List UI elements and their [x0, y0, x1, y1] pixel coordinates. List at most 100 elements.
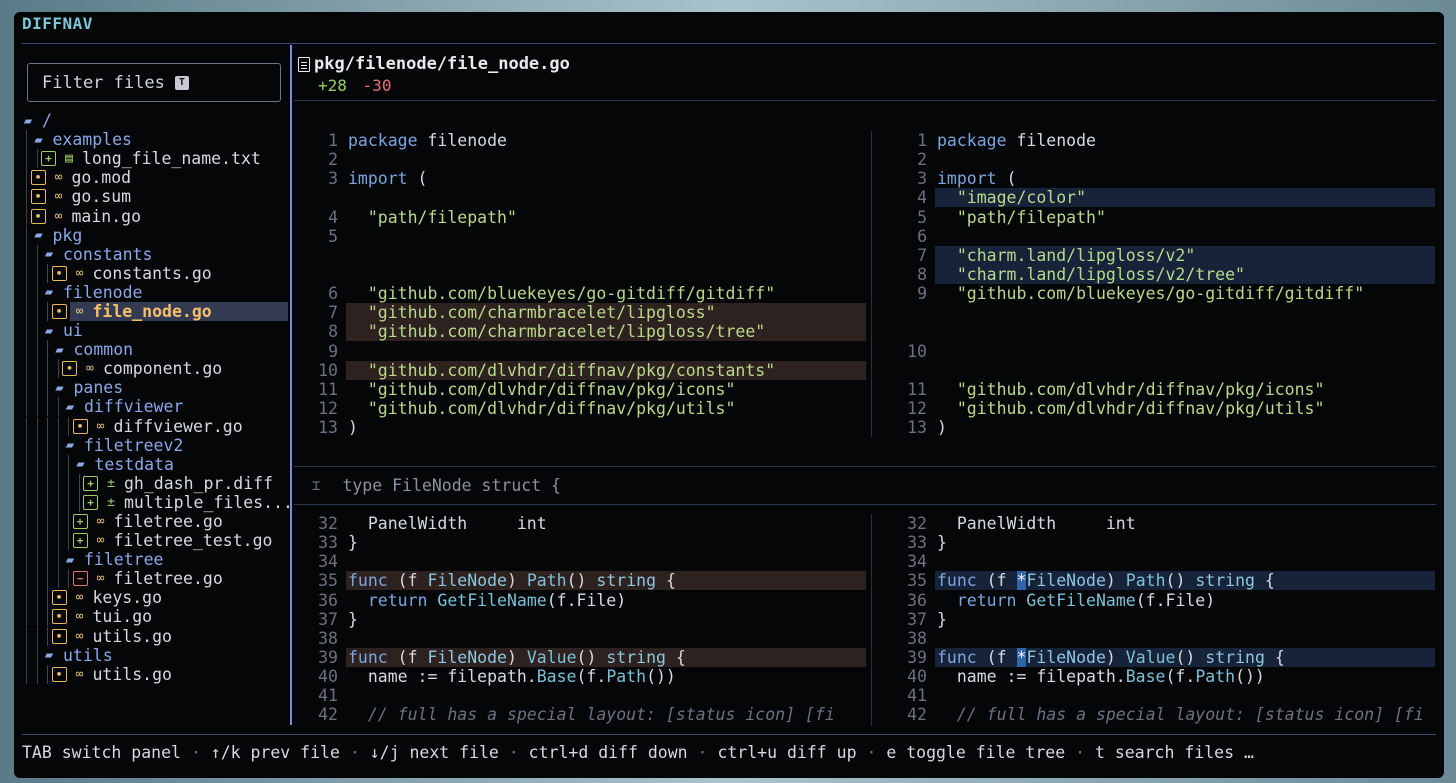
go-file-icon: ∞	[75, 265, 84, 281]
tree-file[interactable]: + ± gh_dash_pr.diff	[20, 473, 288, 493]
tree-file[interactable]: + ▤ long_file_name.txt	[20, 149, 288, 168]
code-text: "path/filepath"	[346, 208, 866, 227]
code-token: filenode	[1006, 131, 1096, 150]
tree-indent-guide	[26, 225, 27, 245]
added-code: "charm.land/lipgloss/v2/tree"	[935, 264, 1435, 284]
code-text: import (	[346, 169, 866, 188]
tree-dir[interactable]: ▰ pkg	[20, 225, 288, 245]
code-text: package filenode	[935, 131, 1435, 150]
tree-file[interactable]: + ∞ filetree_test.go	[20, 531, 288, 550]
hunk-header-text: type FileNode struct {	[342, 476, 561, 495]
tree-file-name: filetree.go	[113, 569, 223, 589]
folder-open-icon: ▰	[65, 398, 75, 415]
tree-file[interactable]: • ∞ diffviewer.go	[20, 416, 288, 436]
folder-open-icon: ▰	[76, 456, 85, 473]
tree-file[interactable]: • ∞ main.go	[20, 206, 288, 226]
hint-separator: ·	[339, 743, 370, 762]
tree-indent-guide	[47, 435, 48, 455]
code-token: "path/filepath"	[348, 207, 517, 227]
tree-file[interactable]: • ∞ keys.go	[20, 588, 288, 607]
line-number: 8	[917, 264, 927, 284]
code-token: (f	[387, 647, 428, 667]
tree-indent-guide	[36, 664, 38, 684]
tree-indent-guide	[36, 263, 38, 283]
tree-file-name: long_file_name.txt	[82, 149, 261, 169]
tree-dir[interactable]: ▰ utils	[20, 645, 288, 665]
line-number: 36	[907, 590, 927, 610]
code-token: (f	[976, 571, 1017, 591]
code-token: "github.com/charmbracelet/lipgloss"	[348, 303, 716, 323]
code-line: 42 // full has a special layout: [status…	[298, 705, 866, 724]
code-line: 3 import (	[887, 169, 1435, 188]
tree-file[interactable]: − ∞ filetree.go	[20, 569, 288, 588]
tree-file-name: utils.go	[92, 664, 172, 684]
code-text: }	[935, 533, 1435, 552]
diff-pane-old-hunk1[interactable]: 1 package filenode 2 3 import (4 "path/filep…	[298, 131, 866, 441]
tree-indent-guide	[26, 206, 27, 226]
tree-dir[interactable]: ▰ /	[20, 111, 288, 130]
tree-dir[interactable]: ▰ panes	[20, 378, 288, 397]
tree-file[interactable]: • ∞ go.mod	[20, 168, 288, 187]
line-number: 37	[318, 609, 338, 629]
modified-status-icon: •	[51, 666, 67, 682]
code-token: {	[665, 647, 686, 667]
tree-dir[interactable]: ▰ constants	[20, 244, 288, 264]
code-line: 2	[298, 150, 866, 169]
tree-file[interactable]: • ∞ tui.go	[20, 607, 288, 626]
pane-divider	[871, 514, 872, 726]
code-line: 33}	[887, 533, 1435, 552]
line-number: 34	[907, 552, 927, 572]
code-token: {	[1264, 647, 1285, 667]
tree-file[interactable]: • ∞ constants.go	[20, 263, 288, 283]
tree-dir[interactable]: ▰ filetreev2	[20, 435, 288, 455]
code-token: name := filepath.	[348, 667, 537, 687]
code-text: // full has a special layout: [status ic…	[935, 705, 1435, 724]
header-rule	[294, 100, 1436, 101]
tree-file[interactable]: • ∞ file_node.go	[20, 301, 288, 322]
code-text: "github.com/bluekeyes/go-gitdiff/gitdiff…	[346, 284, 866, 303]
tree-indent-guide	[68, 531, 69, 551]
tree-file[interactable]: + ∞ filetree.go	[20, 511, 288, 531]
code-token: func	[937, 571, 977, 591]
tree-indent-guide	[36, 607, 38, 627]
code-text: return GetFileName(f.File)	[935, 591, 1435, 610]
folder-open-icon: ▰	[44, 647, 54, 664]
code-token: Base	[536, 667, 577, 687]
code-text: }	[935, 610, 1435, 629]
code-line: 6	[887, 227, 1435, 246]
tree-dir[interactable]: ▰ testdata	[20, 454, 288, 474]
tree-indent-guide	[57, 454, 59, 474]
tree-file[interactable]: • ∞ utils.go	[20, 664, 288, 684]
tree-dir[interactable]: ▰ diffviewer	[20, 397, 288, 416]
tree-indent-guide	[26, 416, 27, 436]
tree-file[interactable]: • ∞ utils.go	[20, 626, 288, 646]
tree-dir[interactable]: ▰ common	[20, 340, 288, 359]
tree-indent-guide	[26, 359, 27, 379]
code-line: 1 package filenode	[298, 131, 866, 150]
code-text: "github.com/bluekeyes/go-gitdiff/gitdiff…	[935, 284, 1435, 303]
diff-pane-old-hunk2[interactable]: 32 PanelWidth int 33} 34 35 func (f FileNode…	[298, 514, 866, 728]
modified-status-icon: •	[62, 361, 77, 377]
code-token: (f.File)	[546, 590, 627, 610]
code-token: import	[937, 169, 997, 189]
keybinding-hint: ctrl+u diff up	[717, 743, 857, 762]
tree-file[interactable]: + ± multiple_files...	[20, 492, 293, 512]
go-file-icon: ∞	[75, 590, 84, 606]
removed-code: "github.com/charmbracelet/lipgloss/tree"	[346, 322, 866, 342]
filter-files-input[interactable]: Filter files T	[27, 63, 281, 102]
code-text: }	[346, 610, 866, 629]
folder-open-icon: ▰	[44, 284, 54, 301]
tree-dir[interactable]: ▰ ui	[20, 321, 288, 340]
tree-indent-guide	[26, 263, 27, 283]
tree-file[interactable]: • ∞ go.sum	[20, 187, 288, 206]
tree-dir[interactable]: ▰ examples	[20, 130, 288, 149]
tree-file-name: keys.go	[92, 588, 163, 608]
code-line: 34	[298, 552, 866, 571]
tree-dir[interactable]: ▰ filetree	[20, 550, 288, 569]
diff-pane-new-hunk2[interactable]: 32 PanelWidth int 33} 34 35 func (f *FileNod…	[887, 514, 1435, 728]
diff-pane-new-hunk1[interactable]: 1 package filenode 2 3 import (4 "image/colo…	[887, 131, 1435, 441]
tree-dir[interactable]: ▰ filenode	[20, 282, 288, 302]
sidebar-divider[interactable]	[290, 45, 292, 725]
tree-file[interactable]: • ∞ component.go	[20, 359, 288, 378]
